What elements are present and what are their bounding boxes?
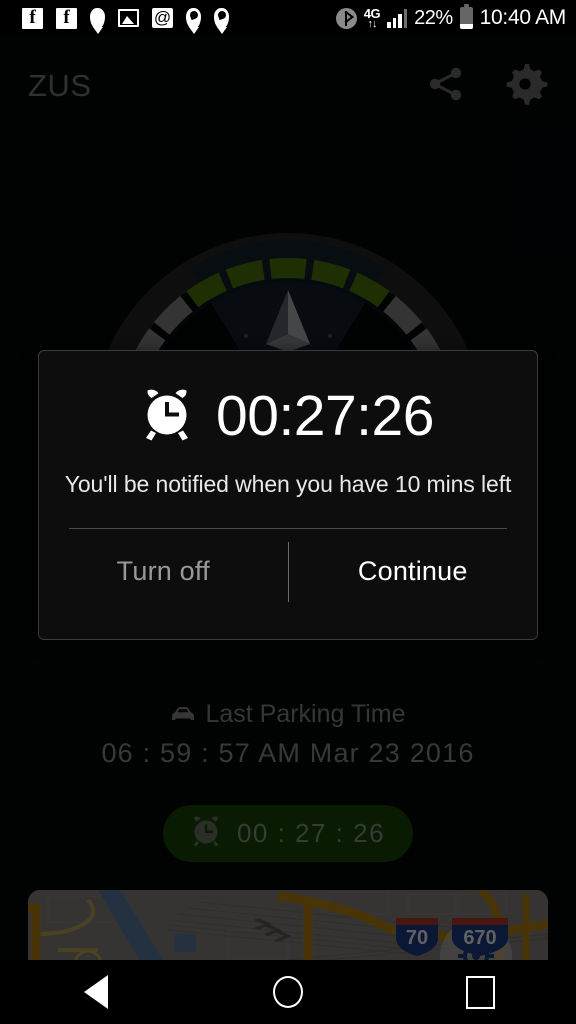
- status-notification-icons: [22, 7, 229, 29]
- network-type-icon: 4G ↑↓: [364, 7, 381, 30]
- facebook-icon: [56, 7, 77, 29]
- recents-square-icon: [465, 975, 495, 1009]
- dialog-message: You'll be notified when you have 10 mins…: [64, 471, 512, 497]
- recents-button[interactable]: [384, 975, 576, 1009]
- signal-bars-icon: [387, 8, 408, 28]
- dialog-countdown-value: 00:27:26: [216, 384, 434, 448]
- periscope-pin-icon: [186, 7, 201, 29]
- parking-timer-dialog: 00:27:26 You'll be notified when you hav…: [38, 350, 538, 640]
- email-at-icon: [152, 8, 173, 28]
- network-arrows-label: ↑↓: [367, 17, 377, 30]
- location-pin-icon: [90, 7, 105, 29]
- bluetooth-icon: [335, 7, 357, 29]
- turn-off-button[interactable]: Turn off: [39, 556, 288, 587]
- status-bar: 4G ↑↓ 22% 10:40 AM: [0, 0, 576, 36]
- status-clock: 10:40 AM: [479, 6, 567, 29]
- back-button[interactable]: [0, 975, 192, 1009]
- alarm-clock-icon: [142, 387, 192, 446]
- battery-icon: [459, 4, 473, 30]
- home-button[interactable]: [192, 976, 384, 1008]
- gallery-image-icon: [118, 9, 139, 27]
- periscope-pin-icon: [214, 7, 229, 29]
- phone-screen: Last Parking Time 06 : 59 : 57 AM Mar 23…: [0, 0, 576, 1024]
- battery-percent-label: 22%: [414, 6, 453, 29]
- android-nav-bar: [0, 960, 576, 1024]
- status-system-icons: 4G ↑↓ 22% 10:40 AM: [335, 4, 567, 30]
- dialog-time-row: 00:27:26: [39, 351, 537, 449]
- facebook-icon: [22, 7, 43, 29]
- dialog-actions: Turn off Continue: [39, 529, 537, 614]
- continue-button[interactable]: Continue: [289, 556, 538, 587]
- home-circle-icon: [273, 976, 303, 1008]
- back-triangle-icon: [84, 975, 108, 1009]
